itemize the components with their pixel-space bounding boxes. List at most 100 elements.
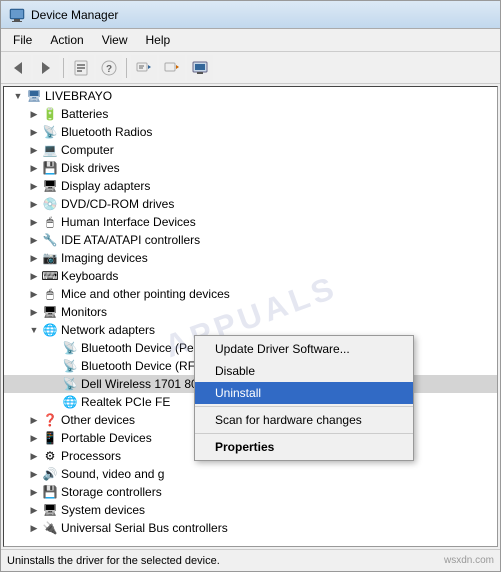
item-label: Imaging devices [61,251,148,265]
expand-icon[interactable]: ▶ [26,142,42,158]
properties-button[interactable] [68,55,94,81]
item-icon: 🔌 [42,520,58,536]
expand-icon[interactable]: ▶ [26,124,42,140]
expand-icon[interactable]: ▶ [26,430,42,446]
expand-icon[interactable]: ▶ [26,286,42,302]
item-icon: 💻 [42,142,58,158]
root-icon: 🖥 [26,88,42,104]
list-item[interactable]: ▶ 🖥 System devices [4,501,497,519]
list-item[interactable]: ▶ 🖥 Monitors [4,303,497,321]
expand-icon[interactable]: ▶ [26,268,42,284]
expand-icon[interactable]: ▶ [26,412,42,428]
list-item[interactable]: ▶ 📡 Bluetooth Radios [4,123,497,141]
item-icon: 🖱 [42,286,58,302]
context-menu-uninstall[interactable]: Uninstall [195,382,413,404]
list-item[interactable]: ▶ 🖱 Mice and other pointing devices [4,285,497,303]
item-label: Disk drives [61,161,120,175]
menu-action[interactable]: Action [42,31,91,49]
expand-icon[interactable]: ▶ [26,466,42,482]
item-icon: 🌐 [42,322,58,338]
item-icon: 🖥 [42,502,58,518]
toolbar-separator-2 [126,58,127,78]
svg-text:?: ? [106,64,112,75]
list-item[interactable]: ▶ 🔧 IDE ATA/ATAPI controllers [4,231,497,249]
expand-icon[interactable]: ▶ [26,160,42,176]
expand-icon[interactable]: ▶ [26,232,42,248]
item-label: DVD/CD-ROM drives [61,197,174,211]
item-icon: 🔋 [42,106,58,122]
item-icon: 📱 [42,430,58,446]
list-item[interactable]: ▶ ⌨ Keyboards [4,267,497,285]
list-item[interactable]: ▶ 🔊 Sound, video and g [4,465,497,483]
context-menu-properties[interactable]: Properties [195,436,413,458]
expand-icon[interactable]: ▶ [26,484,42,500]
item-label: Sound, video and g [61,467,164,481]
item-label: System devices [61,503,145,517]
expand-icon[interactable]: ▶ [26,304,42,320]
item-icon: 📡 [62,358,78,374]
expand-icon[interactable]: ▶ [26,250,42,266]
list-item[interactable]: ▶ 🔋 Batteries [4,105,497,123]
back-button[interactable] [5,55,31,81]
context-menu-scan-hardware[interactable]: Scan for hardware changes [195,409,413,431]
item-icon: 📡 [62,340,78,356]
expand-icon[interactable]: ▶ [26,502,42,518]
context-menu-disable[interactable]: Disable [195,360,413,382]
item-icon: 🖥 [42,304,58,320]
item-label: Computer [61,143,114,157]
list-item[interactable]: ▶ 💾 Storage controllers [4,483,497,501]
update-button[interactable] [159,55,185,81]
item-label: Bluetooth Radios [61,125,152,139]
list-item[interactable]: ▶ 💿 DVD/CD-ROM drives [4,195,497,213]
item-label: IDE ATA/ATAPI controllers [61,233,200,247]
context-menu-separator-2 [195,433,413,434]
menu-help[interactable]: Help [138,31,179,49]
list-item[interactable]: ▶ 🔌 Universal Serial Bus controllers [4,519,497,537]
scan-button[interactable] [131,55,157,81]
tree-panel[interactable]: APPUALS ▼ 🖥 LIVEBRAYO ▶ 🔋 Batteries ▶ 📡 [3,86,498,547]
item-label: Portable Devices [61,431,152,445]
expand-icon[interactable]: ▶ [26,196,42,212]
list-item[interactable]: ▶ 🖥 Display adapters [4,177,497,195]
list-item[interactable]: ▶ 🖱 Human Interface Devices [4,213,497,231]
tree-root[interactable]: ▼ 🖥 LIVEBRAYO [4,87,497,105]
list-item[interactable]: ▶ 💻 Computer [4,141,497,159]
context-menu-update-driver[interactable]: Update Driver Software... [195,338,413,360]
item-icon: 🔧 [42,232,58,248]
device-manager-icon-btn[interactable] [187,55,213,81]
title-bar: Device Manager [1,1,500,29]
item-label: Universal Serial Bus controllers [61,521,228,535]
expand-icon[interactable]: ▶ [26,448,42,464]
list-item[interactable]: ▶ 📷 Imaging devices [4,249,497,267]
item-icon: 📡 [42,124,58,140]
item-label: Display adapters [61,179,150,193]
expand-icon[interactable]: ▶ [26,520,42,536]
item-label: Mice and other pointing devices [61,287,230,301]
menu-file[interactable]: File [5,31,40,49]
root-expand-icon[interactable]: ▼ [10,88,26,104]
item-label: Storage controllers [61,485,162,499]
status-bar: Uninstalls the driver for the selected d… [1,549,500,571]
item-label: Realtek PCIe FE [81,395,170,409]
toolbar: ? [1,52,500,84]
item-label: Keyboards [61,269,118,283]
item-icon: ⌨ [42,268,58,284]
expand-icon[interactable]: ▶ [26,214,42,230]
title-bar-text: Device Manager [31,8,492,22]
context-menu-separator [195,406,413,407]
content-area: APPUALS ▼ 🖥 LIVEBRAYO ▶ 🔋 Batteries ▶ 📡 [1,84,500,549]
expand-icon[interactable]: ▼ [26,322,42,338]
expand-icon[interactable]: ▶ [26,106,42,122]
item-icon: 📡 [62,376,78,392]
list-item[interactable]: ▶ 💾 Disk drives [4,159,497,177]
item-label: Monitors [61,305,107,319]
expand-icon[interactable]: ▶ [26,178,42,194]
help-button[interactable]: ? [96,55,122,81]
menu-view[interactable]: View [94,31,136,49]
item-label: Human Interface Devices [61,215,196,229]
item-label: Batteries [61,107,108,121]
toolbar-separator-1 [63,58,64,78]
forward-button[interactable] [33,55,59,81]
menu-bar: File Action View Help [1,29,500,52]
item-icon: 💾 [42,484,58,500]
